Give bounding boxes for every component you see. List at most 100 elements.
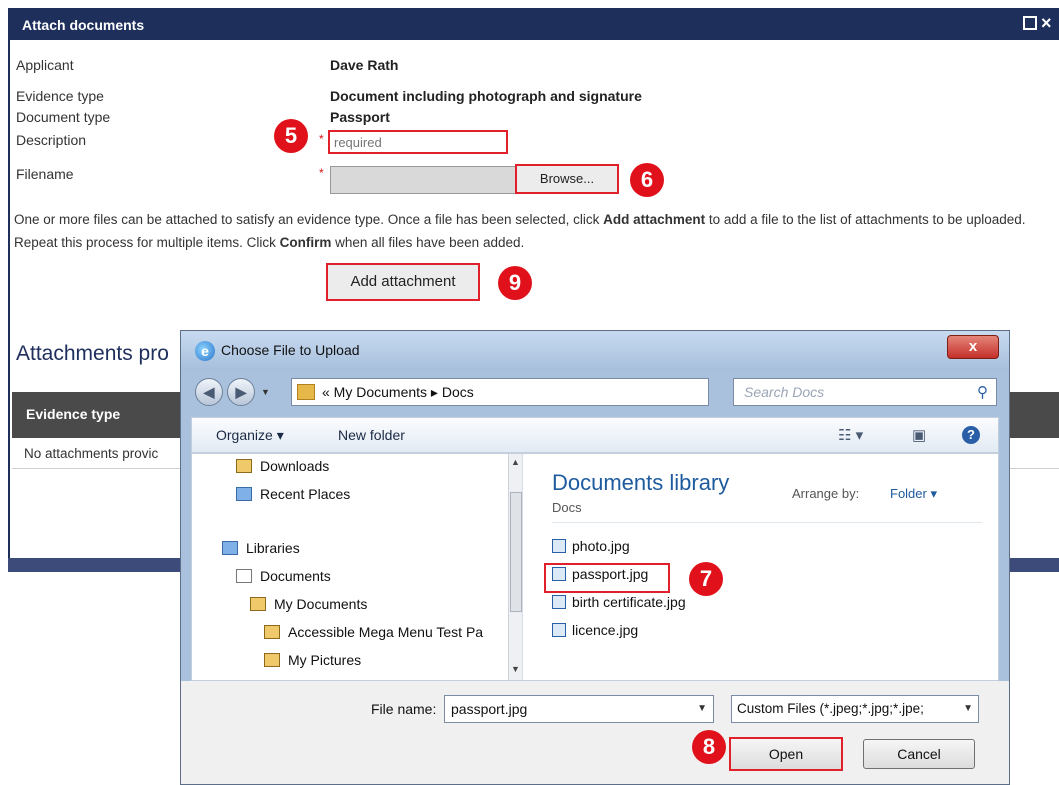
file-name: birth certificate.jpg: [572, 594, 686, 610]
recent-places-icon: [236, 487, 252, 501]
file-name-label: File name:: [371, 701, 437, 717]
attachments-empty-text: No attachments provic: [24, 446, 159, 461]
address-path: « My Documents ▸ Docs: [322, 384, 474, 400]
address-row: ◀ ▶ ▼ « My Documents ▸ Docs ▼ ⟳ Search D…: [181, 371, 1009, 413]
document-type-value: Passport: [330, 109, 390, 125]
nav-item-label: Recent Places: [260, 486, 351, 502]
dialog-close-button[interactable]: x: [947, 335, 999, 359]
panel-header: Attach documents ×: [8, 8, 1059, 40]
chevron-down-icon[interactable]: ▼: [963, 703, 973, 714]
new-folder-button[interactable]: New folder: [338, 427, 405, 443]
nav-item-libraries[interactable]: Libraries: [222, 540, 300, 556]
maximize-icon[interactable]: [1023, 16, 1037, 30]
scrollbar-thumb[interactable]: [510, 492, 522, 612]
scroll-up-icon[interactable]: ▲: [511, 457, 520, 467]
nav-item-label: Accessible Mega Menu Test Pa: [288, 624, 484, 640]
file-type-filter-select[interactable]: Custom Files (*.jpeg;*.jpg;*.jpe; ▼: [731, 695, 979, 723]
chevron-down-icon[interactable]: ▼: [697, 703, 707, 714]
applicant-value: Dave Rath: [330, 57, 399, 73]
nav-item-downloads[interactable]: Downloads: [236, 458, 329, 474]
step-marker-9: 9: [498, 266, 532, 300]
file-item-birth-certificate[interactable]: birth certificate.jpg: [552, 594, 686, 610]
cancel-button[interactable]: Cancel: [863, 739, 975, 769]
folder-icon: [250, 597, 266, 611]
dialog-title: Choose File to Upload: [221, 342, 360, 358]
add-attachment-button[interactable]: Add attachment: [326, 263, 480, 301]
nav-item-label: Downloads: [260, 458, 330, 474]
organize-menu[interactable]: Organize ▾: [216, 427, 284, 444]
downloads-folder-icon: [236, 459, 252, 473]
nav-item-accessible-mega-menu[interactable]: Accessible Mega Menu Test Pa: [264, 624, 483, 640]
file-name: licence.jpg: [572, 622, 639, 638]
library-title: Documents library: [552, 470, 730, 495]
column-header-evidence-type: Evidence type: [26, 406, 121, 422]
nav-item-documents[interactable]: Documents: [236, 568, 331, 584]
description-input[interactable]: [328, 130, 508, 154]
panel-title: Attach documents: [22, 17, 145, 33]
nav-item-recent-places[interactable]: Recent Places: [236, 486, 350, 502]
required-marker: *: [319, 132, 324, 146]
selected-file-highlight: [544, 563, 670, 593]
file-type-filter-value: Custom Files (*.jpeg;*.jpg;*.jpe;: [737, 701, 924, 716]
attachments-heading: Attachments pro: [16, 342, 169, 365]
back-arrow-icon[interactable]: ◀: [195, 378, 223, 406]
libraries-icon: [222, 541, 238, 555]
help-text-part: One or more files can be attached to sat…: [14, 212, 604, 227]
documents-icon: [236, 569, 252, 583]
folder-icon: [264, 625, 280, 639]
nav-item-label: My Pictures: [288, 652, 362, 668]
forward-arrow-icon[interactable]: ▶: [227, 378, 255, 406]
library-subtitle: Docs: [552, 500, 582, 515]
file-item-photo[interactable]: photo.jpg: [552, 538, 630, 554]
file-name-input[interactable]: passport.jpg ▼: [444, 695, 714, 723]
scroll-down-icon[interactable]: ▼: [511, 664, 520, 674]
help-text: One or more files can be attached to sat…: [14, 208, 1044, 254]
dialog-footer: File name: passport.jpg ▼ Custom Files (…: [181, 681, 1009, 784]
file-name-value: passport.jpg: [451, 701, 528, 717]
search-placeholder: Search Docs: [744, 384, 825, 400]
image-file-icon: [552, 623, 566, 637]
recent-locations-dropdown-icon[interactable]: ▼: [261, 387, 270, 397]
applicant-label: Applicant: [16, 57, 74, 73]
step-marker-5: 5: [274, 119, 308, 153]
arrange-by-dropdown[interactable]: Folder ▾: [890, 486, 937, 502]
address-bar[interactable]: « My Documents ▸ Docs ▼ ⟳: [291, 378, 804, 406]
evidence-type-value: Document including photograph and signat…: [330, 88, 642, 104]
preview-pane-icon[interactable]: ▣: [912, 426, 926, 444]
open-button[interactable]: Open: [729, 737, 843, 771]
choose-file-dialog: e Choose File to Upload x ◀ ▶ ▼ « My Doc…: [180, 330, 1010, 785]
navigation-pane: Downloads Recent Places Libraries Docume…: [192, 454, 523, 680]
search-input[interactable]: Search Docs ⚲: [733, 378, 997, 406]
file-item-licence[interactable]: licence.jpg: [552, 622, 638, 638]
search-icon[interactable]: ⚲: [977, 383, 988, 401]
close-icon[interactable]: ×: [1041, 14, 1055, 32]
description-label: Description: [16, 132, 87, 148]
dialog-titlebar: e Choose File to Upload x: [181, 331, 1009, 371]
document-type-label: Document type: [16, 109, 111, 125]
help-icon[interactable]: ?: [962, 426, 980, 444]
step-marker-7: 7: [689, 562, 723, 596]
nav-item-my-documents[interactable]: My Documents: [250, 596, 367, 612]
help-text-bold: Add attachment: [603, 212, 706, 227]
image-file-icon: [552, 595, 566, 609]
library-divider: [552, 522, 982, 523]
view-options-icon[interactable]: ☷ ▾: [838, 426, 863, 444]
pictures-folder-icon: [264, 653, 280, 667]
dialog-toolbar: Organize ▾ New folder ☷ ▾ ▣ ?: [191, 417, 999, 453]
step-marker-8: 8: [692, 730, 726, 764]
help-text-part: when all files have been added.: [331, 235, 525, 250]
arrange-by-label: Arrange by:: [792, 486, 860, 501]
nav-item-my-pictures[interactable]: My Pictures: [264, 652, 361, 668]
filename-field[interactable]: [330, 166, 516, 194]
nav-item-label: Documents: [260, 568, 331, 584]
nav-scrollbar[interactable]: ▲ ▼: [508, 454, 522, 680]
browse-button[interactable]: Browse...: [515, 164, 619, 194]
step-marker-6: 6: [630, 163, 664, 197]
filename-label: Filename: [16, 166, 74, 182]
nav-item-label: Libraries: [246, 540, 300, 556]
evidence-type-label: Evidence type: [16, 88, 104, 104]
required-marker: *: [319, 166, 324, 180]
folder-icon: [297, 384, 315, 400]
nav-item-label: My Documents: [274, 596, 368, 612]
internet-explorer-icon: e: [195, 341, 215, 361]
